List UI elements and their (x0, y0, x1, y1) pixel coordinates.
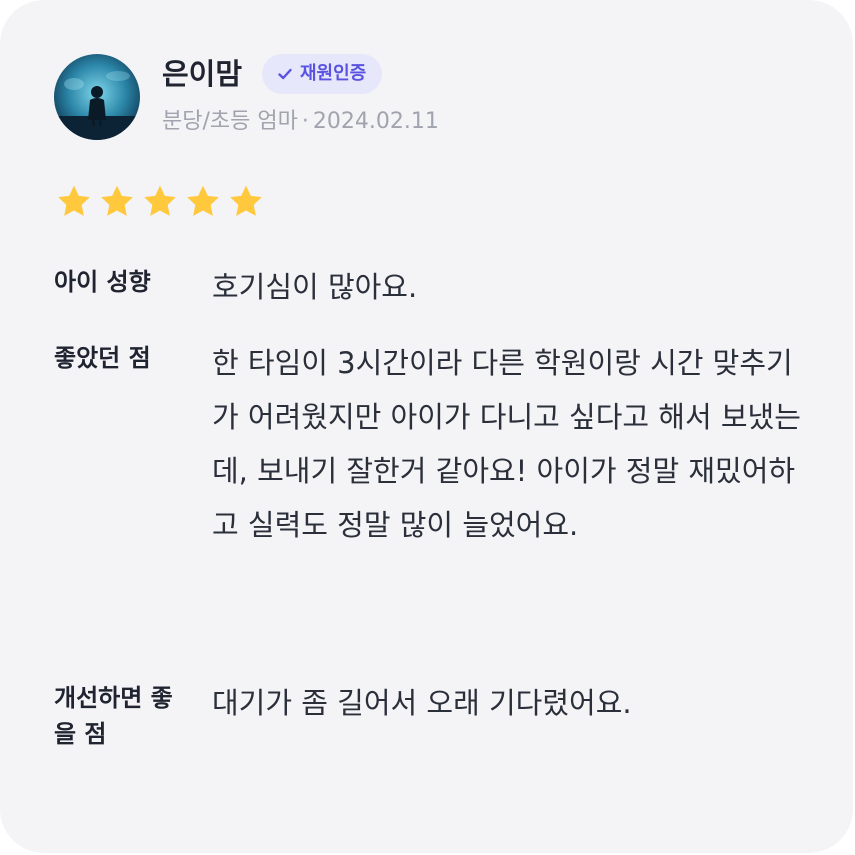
section-label: 아이 성향 (54, 268, 151, 296)
section-label: 개선하면 좋을 점 (54, 684, 173, 748)
review-date: 2024.02.11 (312, 109, 439, 134)
review-card: 은이맘 재원인증 분당/초등 엄마 · 2024.02.11 아이 성향 호기심이 … (0, 0, 853, 853)
verified-badge: 재원인증 (262, 54, 383, 94)
star-icon (52, 180, 95, 223)
section-text: 한 타임이 3시간이라 다른 학원이랑 시간 맞추기가 어려웠지만 아이가 다니… (212, 346, 801, 542)
star-icon (181, 180, 224, 223)
author-meta: 분당/초등 엄마 · 2024.02.11 (162, 106, 439, 138)
badge-label: 재원인증 (300, 63, 367, 84)
avatar[interactable] (54, 54, 140, 140)
star-icon (138, 180, 181, 223)
meta-separator: · (301, 109, 309, 134)
section-label: 좋았던 점 (54, 344, 151, 372)
author-location: 분당/초등 엄마 (162, 109, 298, 134)
star-rating (52, 180, 267, 223)
section-text: 대기가 좀 길어서 오래 기다렸어요. (212, 686, 632, 720)
star-icon (224, 180, 267, 223)
checkmark-icon (276, 65, 294, 83)
avatar-image (54, 54, 140, 140)
section-text: 호기심이 많아요. (212, 270, 418, 304)
star-icon (95, 180, 138, 223)
author-name: 은이맘 (162, 57, 243, 91)
